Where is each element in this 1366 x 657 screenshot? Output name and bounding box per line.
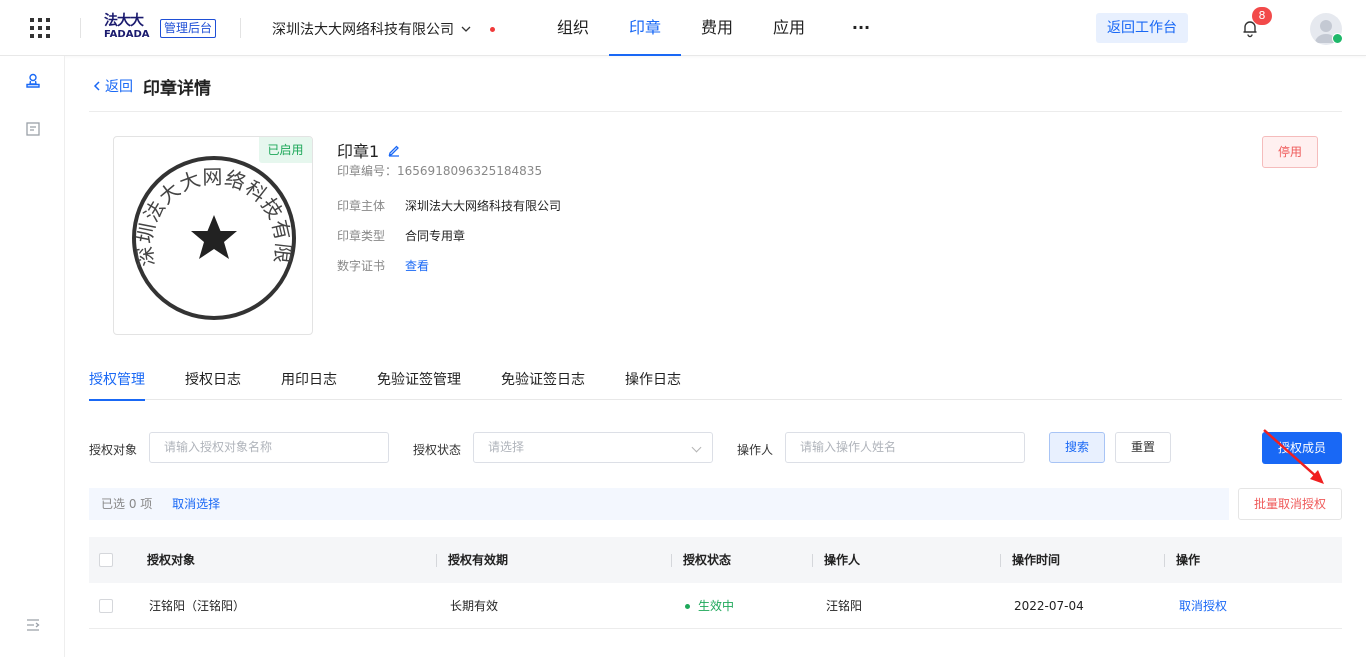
col-target: 授权对象 <box>147 553 196 567</box>
search-button[interactable]: 搜索 <box>1049 432 1105 463</box>
tab-bar: 授权管理 授权日志 用印日志 免验证签管理 免验证签日志 操作日志 <box>89 360 1342 401</box>
column-divider <box>1000 554 1001 567</box>
status-dot-icon <box>685 603 690 609</box>
col-status: 授权状态 <box>683 553 732 567</box>
seal-star-icon <box>191 215 237 259</box>
page-title: 印章详情 <box>143 79 211 99</box>
status-placeholder: 请选择 <box>488 440 525 454</box>
logo-en: FADADA <box>104 29 150 40</box>
logo-cn: 法大大 <box>104 13 144 29</box>
chevron-left-icon <box>93 81 100 91</box>
verified-icon <box>1332 33 1343 44</box>
table-header: 授权对象 授权有效期 授权状态 操作人 操作时间 操作 <box>89 537 1342 583</box>
main-content: 返回 印章详情 深圳法大大网络科技有限公司 已启用 印章1 印章编号：16569… <box>65 56 1366 657</box>
tab-no-verify-management[interactable]: 免验证签管理 <box>377 360 461 400</box>
back-to-workbench-button[interactable]: 返回工作台 <box>1096 13 1188 43</box>
chevron-down-icon <box>461 26 471 32</box>
cell-validity: 长期有效 <box>450 599 499 613</box>
seal-stamp-image: 深圳法大大网络科技有限公司 <box>114 137 296 320</box>
view-certificate-link[interactable]: 查看 <box>405 257 429 274</box>
info-row-certificate: 数字证书 查看 <box>337 257 429 274</box>
edit-icon[interactable] <box>387 143 401 157</box>
seal-name: 印章1 <box>337 138 401 162</box>
info-row-subject: 印章主体 深圳法大大网络科技有限公司 <box>337 197 561 214</box>
nav-apps[interactable]: 应用 <box>753 0 825 56</box>
batch-cancel-auth-button[interactable]: 批量取消授权 <box>1238 488 1342 520</box>
col-time: 操作时间 <box>1012 553 1061 567</box>
select-all-checkbox[interactable] <box>99 553 113 567</box>
notification-badge: 8 <box>1252 7 1272 25</box>
status-select[interactable]: 请选择 <box>473 432 713 463</box>
cell-status: 生效中 <box>685 583 734 629</box>
company-name: 深圳法大大网络科技有限公司 <box>272 22 454 38</box>
unread-dot <box>490 26 495 32</box>
col-operator: 操作人 <box>824 553 861 567</box>
disable-button[interactable]: 停用 <box>1262 136 1318 168</box>
tab-auth-management[interactable]: 授权管理 <box>89 360 145 401</box>
divider <box>240 18 241 38</box>
column-divider <box>436 554 437 567</box>
nav-more[interactable]: ··· <box>825 0 897 56</box>
back-link[interactable]: 返回 <box>91 76 133 96</box>
top-bar: 法大大 FADADA 管理后台 深圳法大大网络科技有限公司 组织 印章 费用 应… <box>0 0 1366 56</box>
seal-number-label: 印章编号： <box>337 164 398 178</box>
seal-preview-card: 深圳法大大网络科技有限公司 已启用 <box>113 136 313 335</box>
target-input[interactable]: 请输入授权对象名称 <box>149 432 389 463</box>
divider <box>80 18 81 38</box>
main-nav: 组织 印章 费用 应用 ··· <box>537 0 897 56</box>
selected-count: 已选 0 项 <box>101 497 153 511</box>
collapse-sidebar-icon[interactable] <box>24 616 42 634</box>
divider <box>89 111 1342 112</box>
target-label: 授权对象 <box>89 443 138 457</box>
fadada-logo[interactable]: 法大大 FADADA <box>104 14 156 42</box>
status-text: 生效中 <box>698 599 735 613</box>
info-value: 深圳法大大网络科技有限公司 <box>405 199 562 213</box>
cell-target: 汪铭阳（汪铭阳） <box>149 599 246 613</box>
seal-name-text: 印章1 <box>337 142 380 161</box>
col-validity: 授权有效期 <box>448 553 509 567</box>
reset-button[interactable]: 重置 <box>1115 432 1171 463</box>
info-key: 印章类型 <box>337 229 386 243</box>
nav-seal[interactable]: 印章 <box>609 0 681 56</box>
operator-input[interactable]: 请输入操作人姓名 <box>785 432 1025 463</box>
seal-number-value: 1656918096325184835 <box>397 164 543 178</box>
selection-bar: 已选 0 项 取消选择 <box>89 488 1229 520</box>
seal-stamp-icon[interactable] <box>24 72 42 90</box>
sidebar <box>0 56 65 657</box>
tab-usage-log[interactable]: 用印日志 <box>281 360 337 400</box>
tab-auth-log[interactable]: 授权日志 <box>185 360 241 400</box>
cell-operator: 汪铭阳 <box>826 599 863 613</box>
column-divider <box>812 554 813 567</box>
cell-time: 2022-07-04 <box>1014 599 1084 613</box>
apps-grid-icon[interactable] <box>30 18 50 38</box>
column-divider <box>671 554 672 567</box>
red-arrow-annotation <box>1263 429 1324 484</box>
cancel-selection-link[interactable]: 取消选择 <box>172 497 220 511</box>
nav-fees[interactable]: 费用 <box>681 0 753 56</box>
table-row: 汪铭阳（汪铭阳） 长期有效 生效中 汪铭阳 2022-07-04 取消授权 <box>89 583 1342 629</box>
cancel-auth-link[interactable]: 取消授权 <box>1179 583 1227 629</box>
back-label: 返回 <box>105 79 133 95</box>
status-badge: 已启用 <box>259 137 312 163</box>
tab-no-verify-log[interactable]: 免验证签日志 <box>501 360 585 400</box>
seal-number: 印章编号：1656918096325184835 <box>337 162 542 179</box>
operator-label: 操作人 <box>737 443 774 457</box>
tab-operation-log[interactable]: 操作日志 <box>625 360 681 400</box>
column-divider <box>1164 554 1165 567</box>
chevron-down-icon <box>691 442 702 453</box>
company-switcher[interactable]: 深圳法大大网络科技有限公司 <box>272 19 495 39</box>
col-action: 操作 <box>1176 553 1201 567</box>
info-row-type: 印章类型 合同专用章 <box>337 227 465 244</box>
info-value: 合同专用章 <box>405 229 466 243</box>
status-label: 授权状态 <box>413 443 462 457</box>
admin-badge: 管理后台 <box>160 19 217 38</box>
nav-org[interactable]: 组织 <box>537 0 609 56</box>
document-icon[interactable] <box>24 120 42 138</box>
info-key: 印章主体 <box>337 199 386 213</box>
row-checkbox[interactable] <box>99 599 113 613</box>
info-key: 数字证书 <box>337 259 386 273</box>
